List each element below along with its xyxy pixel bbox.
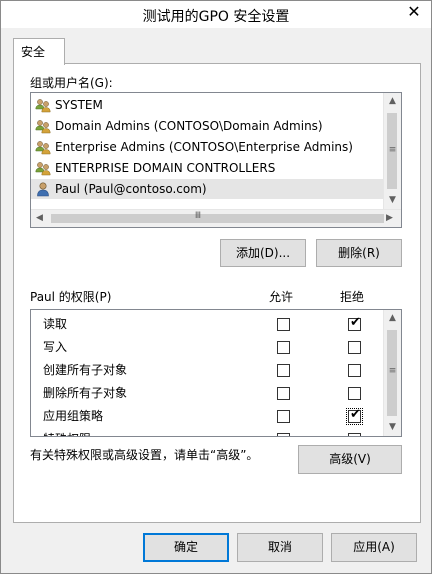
groups-hscroll-thumb[interactable]: [51, 214, 384, 223]
group-icon: [35, 120, 51, 134]
groups-horizontal-scrollbar[interactable]: ◀ Ⅲ ▶: [31, 209, 401, 227]
deny-checkbox[interactable]: [348, 341, 361, 354]
advanced-note: 有关特殊权限或高级设置，请单击“高级”。: [30, 448, 259, 462]
allow-checkbox[interactable]: [277, 433, 290, 436]
permission-row: 应用组策略 ✔: [31, 406, 383, 426]
group-name: Domain Admins (CONTOSO\Domain Admins): [55, 119, 323, 133]
deny-checkbox[interactable]: [348, 364, 361, 377]
permission-name: 应用组策略: [43, 409, 104, 423]
group-icon: [35, 141, 51, 155]
window-title: 测试用的GPO 安全设置: [142, 9, 290, 25]
grip-icon: Ⅲ: [194, 211, 202, 221]
group-name: SYSTEM: [55, 98, 103, 112]
scroll-right-icon[interactable]: ▶: [381, 210, 398, 227]
scroll-down-icon[interactable]: ▼: [384, 419, 401, 436]
grip-icon: ≡: [388, 366, 397, 376]
permissions-vertical-scrollbar[interactable]: ▲ ≡ ▼: [383, 310, 401, 436]
group-list-item[interactable]: Enterprise Admins (CONTOSO\Enterprise Ad…: [31, 137, 383, 157]
group-list-item[interactable]: ENTERPRISE DOMAIN CONTROLLERS: [31, 158, 383, 178]
user-icon: [37, 182, 49, 197]
scroll-up-icon[interactable]: ▲: [384, 93, 401, 110]
security-panel: 组或用户名(G): SYSTEM Domain Admins (CONTOSO\D…: [13, 63, 421, 523]
permission-row: 读取 ✔: [31, 314, 383, 334]
deny-header: 拒绝: [340, 290, 365, 304]
permission-name: 写入: [43, 340, 68, 354]
permission-name: 特殊权限: [43, 429, 91, 436]
group-name: Enterprise Admins (CONTOSO\Enterprise Ad…: [55, 140, 353, 154]
group-name: Paul (Paul@contoso.com): [55, 182, 207, 196]
permissions-listbox[interactable]: 读取 ✔ 写入创建所有子对象删除所有子对象应用组策略 ✔ 特殊权限 ▲ ≡ ▼: [30, 309, 402, 437]
groups-listbox[interactable]: SYSTEM Domain Admins (CONTOSO\Domain Admi…: [30, 92, 402, 228]
permission-name: 创建所有子对象: [43, 363, 128, 377]
deny-checkbox[interactable]: [348, 387, 361, 400]
close-button[interactable]: ✕: [399, 1, 429, 23]
checkmark-icon: ✔: [350, 315, 361, 330]
apply-button[interactable]: 应用(A): [331, 533, 417, 562]
ok-button[interactable]: 确定: [143, 533, 229, 562]
tab-security-label: 安全: [21, 45, 46, 59]
deny-checkbox[interactable]: ✔: [346, 407, 363, 425]
scroll-down-icon[interactable]: ▼: [384, 192, 401, 209]
permission-row: 创建所有子对象: [31, 360, 383, 380]
scroll-left-icon[interactable]: ◀: [31, 210, 48, 227]
title-bar: 测试用的GPO 安全设置 ✕: [1, 1, 431, 28]
allow-checkbox[interactable]: [277, 341, 290, 354]
permission-name: 读取: [43, 317, 68, 331]
deny-checkbox[interactable]: [348, 433, 361, 436]
allow-header: 允许: [269, 290, 294, 304]
group-list-item[interactable]: Paul (Paul@contoso.com): [31, 179, 383, 199]
remove-button[interactable]: 删除(R): [316, 239, 402, 267]
group-icon: [35, 162, 51, 176]
tab-security[interactable]: 安全: [13, 38, 65, 65]
add-button[interactable]: 添加(D)...: [220, 239, 306, 267]
group-list-item[interactable]: Domain Admins (CONTOSO\Domain Admins): [31, 116, 383, 136]
group-icon: [35, 99, 51, 113]
group-list-item[interactable]: SYSTEM: [31, 95, 383, 115]
permissions-label: Paul 的权限(P): [30, 290, 112, 304]
scroll-up-icon[interactable]: ▲: [384, 310, 401, 327]
deny-checkbox[interactable]: ✔: [348, 315, 361, 331]
grip-icon: ≡: [388, 145, 397, 155]
allow-checkbox[interactable]: [277, 387, 290, 400]
group-name: ENTERPRISE DOMAIN CONTROLLERS: [55, 161, 276, 175]
groups-label: 组或用户名(G):: [30, 76, 113, 90]
advanced-button[interactable]: 高级(V): [298, 445, 402, 474]
permission-row: 删除所有子对象: [31, 383, 383, 403]
checkmark-icon: ✔: [350, 407, 361, 422]
permission-row: 特殊权限: [31, 429, 383, 436]
allow-checkbox[interactable]: [277, 410, 290, 423]
permission-name: 删除所有子对象: [43, 386, 128, 400]
permission-row: 写入: [31, 337, 383, 357]
allow-checkbox[interactable]: [277, 364, 290, 377]
cancel-button[interactable]: 取消: [237, 533, 323, 562]
groups-vertical-scrollbar[interactable]: ▲ ≡ ▼: [383, 93, 401, 209]
dialog-window: 测试用的GPO 安全设置 ✕ 安全 组或用户名(G): SYSTEM Domain…: [0, 0, 432, 574]
allow-checkbox[interactable]: [277, 318, 290, 331]
